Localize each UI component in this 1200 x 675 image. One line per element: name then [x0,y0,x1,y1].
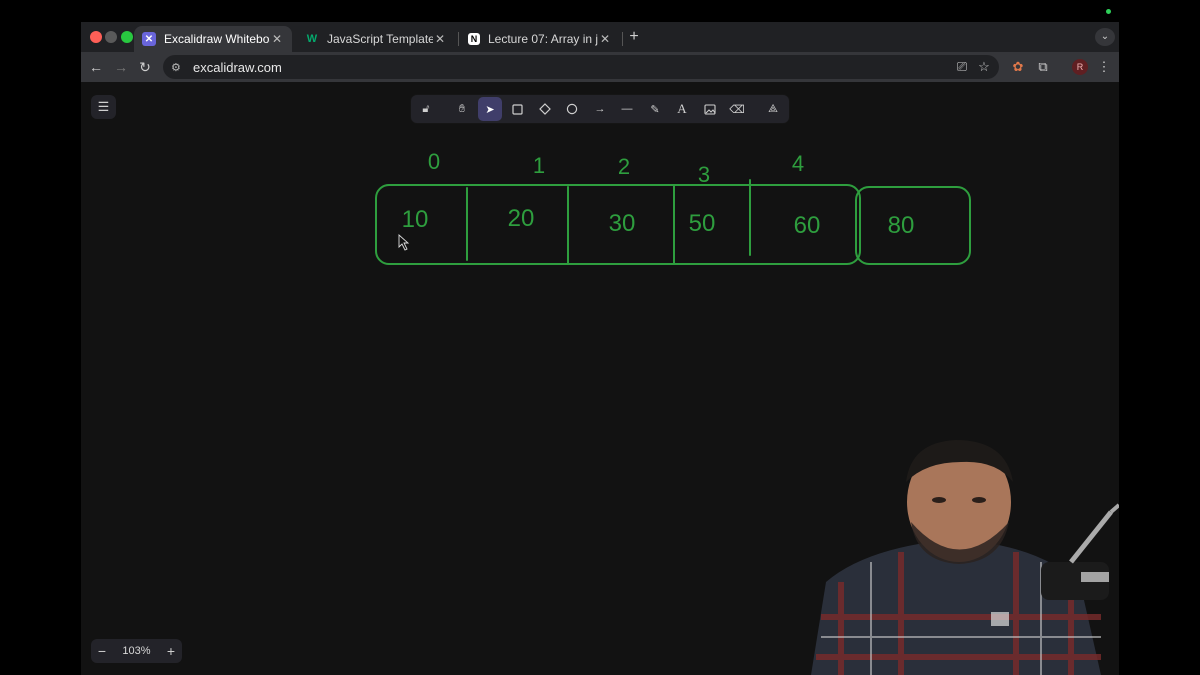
browser-toolbar: ← → ↻ ⚙ excalidraw.com ⎚ ☆ ✿ ⧉ ⋮ [81,52,1119,82]
url-text: excalidraw.com [193,59,282,75]
extensions-puzzle-icon[interactable]: ⧉ [1034,58,1052,76]
mouse-cursor-icon [398,233,410,251]
tab-separator [622,32,623,46]
zoom-control: − 103% + [91,639,182,663]
back-icon[interactable]: ← [87,58,105,76]
tab-strip: ✕ Excalidraw Whiteboard ✕ W JavaScript T… [81,22,1119,52]
close-tab-icon[interactable]: ✕ [270,32,284,46]
tab-search-button[interactable]: ⌄ [1095,28,1115,46]
appended-value: 80 [888,212,915,239]
zoom-level[interactable]: 103% [122,645,150,657]
tab-lecture-07[interactable]: N Lecture 07: Array in javascrip ✕ [460,26,620,52]
install-app-icon[interactable]: ⎚ [953,58,971,76]
index-label: 1 [533,153,545,178]
tab-title: Lecture 07: Array in javascrip [488,32,598,46]
tab-title: Excalidraw Whiteboard [164,32,270,46]
recording-indicator [1106,9,1111,14]
tab-excalidraw[interactable]: ✕ Excalidraw Whiteboard ✕ [134,26,292,52]
close-window-button[interactable] [90,31,102,43]
index-label: 4 [792,151,804,176]
excalidraw-favicon-icon: ✕ [142,32,156,46]
tab-title: JavaScript Template Strings [327,32,433,46]
close-tab-icon[interactable]: ✕ [433,32,447,46]
site-settings-icon[interactable]: ⚙ [171,61,185,74]
notion-favicon-icon: N [468,33,480,45]
tab-template-strings[interactable]: W JavaScript Template Strings ✕ [297,26,455,52]
bookmark-star-icon[interactable]: ☆ [975,58,993,76]
forward-icon[interactable]: → [112,58,130,76]
array-value: 10 [402,206,429,233]
browser-menu-icon[interactable]: ⋮ [1095,58,1113,76]
array-value: 50 [689,210,716,237]
reload-icon[interactable]: ↻ [136,58,154,76]
excalidraw-canvas[interactable]: ☰ 🔓︎ ✋︎ ➤ → — ✎ A ⌫ ⟁ 0 1 2 3 4 10 20 30… [81,82,1119,675]
address-bar[interactable]: ⚙ excalidraw.com [163,55,999,79]
index-label: 0 [428,149,440,174]
extension-icon[interactable]: ✿ [1009,58,1027,76]
zoom-out-button[interactable]: − [91,643,113,659]
array-value: 30 [609,210,636,237]
maximize-window-button[interactable] [121,31,133,43]
minimize-window-button[interactable] [105,31,117,43]
presenter-webcam [811,440,1119,675]
array-value: 60 [794,212,821,239]
w3-favicon-icon: W [306,33,318,45]
array-value: 20 [508,205,535,232]
index-label: 2 [618,154,630,179]
profile-avatar[interactable]: R [1072,59,1088,75]
zoom-in-button[interactable]: + [160,643,182,659]
new-tab-button[interactable]: + [625,28,643,46]
browser-window: ✕ Excalidraw Whiteboard ✕ W JavaScript T… [81,22,1119,675]
index-label: 3 [698,162,710,187]
close-tab-icon[interactable]: ✕ [598,32,612,46]
tab-separator [458,32,459,46]
